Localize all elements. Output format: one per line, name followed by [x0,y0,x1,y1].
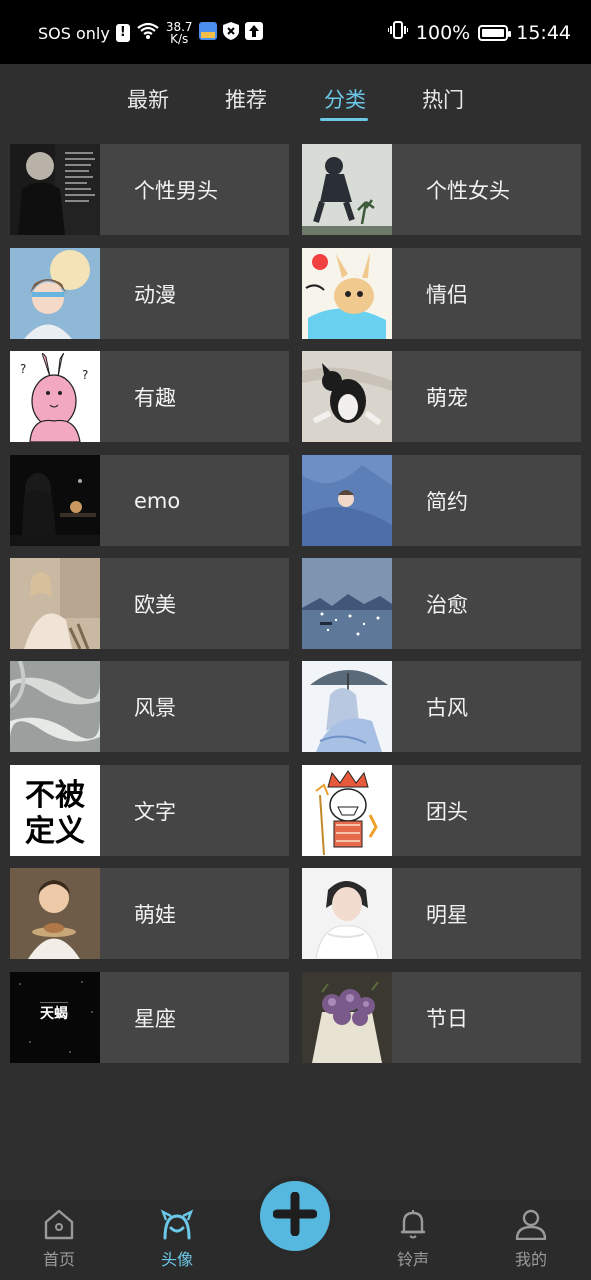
thumb-image: 不被 定义 [10,765,100,856]
category-card-group-avatar[interactable]: 团头 [302,765,581,856]
wifi-icon [136,22,160,44]
status-right: 100% 15:44 [386,20,571,45]
thumb-image [302,144,392,235]
thumb-image: ?? [10,351,100,442]
category-card-celebrities[interactable]: 明星 [302,868,581,959]
category-card-healing[interactable]: 治愈 [302,558,581,649]
user-icon [514,1209,548,1244]
nav-profile[interactable]: 我的 [491,1208,571,1270]
thumb-image [10,248,100,339]
nav-label: 铃声 [396,1250,429,1269]
category-card-pets[interactable]: 萌宠 [302,351,581,442]
category-card-text[interactable]: 不被 定义 文字 [10,765,289,856]
category-label: 动漫 [134,282,176,307]
thumb-image [302,972,392,1063]
thumb-text-line-2: 定义 [25,814,85,849]
nav-home[interactable]: 首页 [19,1208,99,1270]
category-label: 治愈 [426,592,468,617]
category-card-funny[interactable]: ?? 有趣 [10,351,289,442]
thumb-image [10,558,100,649]
thumb-image [10,455,100,546]
category-label: 情侣 [426,282,468,307]
plus-icon [272,1191,318,1240]
category-label: 文字 [134,799,176,824]
svg-text:?: ? [82,368,88,382]
category-label: 节日 [426,1006,468,1031]
category-card-ancient-style[interactable]: 古风 [302,661,581,752]
thumb-image [302,868,392,959]
category-label: 个性男头 [134,178,218,203]
category-label: emo [134,488,181,513]
tab-latest[interactable]: 最新 [127,84,169,114]
home-icon [42,1209,76,1244]
app-notification-icon [198,22,217,44]
status-left: SOS only ! 38.7 K/s [38,21,263,45]
category-card-anime[interactable]: 动漫 [10,248,289,339]
category-label: 简约 [426,489,468,514]
category-label: 个性女头 [426,178,510,203]
category-card-festival[interactable]: 节日 [302,972,581,1063]
status-bar: SOS only ! 38.7 K/s 100% 15:44 [0,0,591,64]
thumb-text-line-1: 不被 [25,778,85,813]
active-tab-indicator [320,118,368,121]
category-card-western[interactable]: 欧美 [10,558,289,649]
thumb-image [302,351,392,442]
category-card-male-avatar[interactable]: 个性男头 [10,144,289,235]
thumb-image [302,248,392,339]
category-label: 风景 [134,695,176,720]
thumb-image: 天蝎 [10,972,100,1063]
create-button[interactable] [255,1176,335,1256]
carrier-text: SOS only [38,23,110,43]
category-card-female-avatar[interactable]: 个性女头 [302,144,581,235]
category-label: 萌宠 [426,385,468,410]
vibrate-icon [386,20,409,45]
thumb-image [10,144,100,235]
battery-icon [478,24,512,41]
category-label: 有趣 [134,385,176,410]
net-speed: 38.7 K/s [166,21,193,45]
nav-ringtone[interactable]: 铃声 [373,1208,453,1270]
tab-recommended[interactable]: 推荐 [225,84,267,114]
thumb-image [10,868,100,959]
category-label: 萌娃 [134,902,176,927]
bell-icon [396,1210,430,1244]
upload-icon [244,22,263,44]
thumb-image [10,661,100,752]
category-card-minimal[interactable]: 简约 [302,455,581,546]
thumb-image [302,455,392,546]
nav-label: 头像 [160,1250,193,1269]
category-label: 团头 [426,799,468,824]
category-label: 古风 [426,695,468,720]
category-tabs: 最新 推荐 分类 热门 [0,64,591,134]
category-card-cute-kids[interactable]: 萌娃 [10,868,289,959]
category-label: 欧美 [134,592,176,617]
category-card-couple[interactable]: 情侣 [302,248,581,339]
thumb-image [302,661,392,752]
shield-x-icon [222,22,239,44]
tab-popular[interactable]: 热门 [422,84,464,114]
category-card-scenery[interactable]: 风景 [10,661,289,752]
thumb-image [302,558,392,649]
net-speed-unit: K/s [170,32,189,46]
nav-label: 首页 [42,1250,75,1269]
category-card-emo[interactable]: emo [10,455,289,546]
thumb-constellation-text: 天蝎 [40,1005,68,1022]
avatar-face-icon [160,1209,194,1244]
create-button-circle [260,1181,330,1251]
nav-avatar[interactable]: 头像 [137,1208,217,1270]
category-label: 明星 [426,902,468,927]
battery-percent: 100% [415,21,471,44]
tab-category[interactable]: 分类 [324,84,366,114]
thumb-image [302,765,392,856]
category-card-constellation[interactable]: 天蝎 星座 [10,972,289,1063]
alert-icon: ! [115,24,130,42]
nav-label: 我的 [514,1250,547,1269]
category-label: 星座 [134,1006,176,1031]
clock: 15:44 [516,21,571,44]
svg-text:?: ? [20,362,26,376]
